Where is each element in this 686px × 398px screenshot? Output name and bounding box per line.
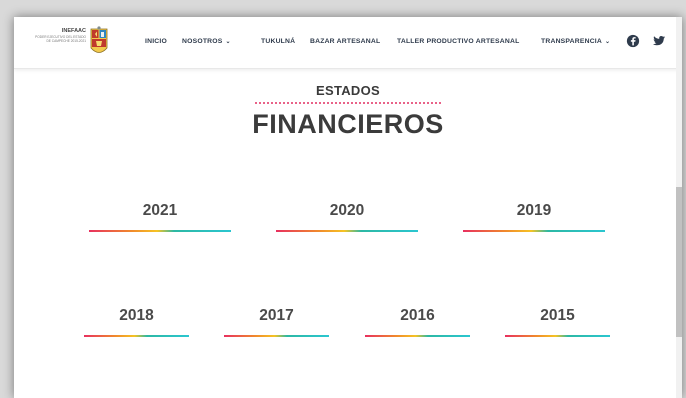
nav-inicio[interactable]: INICIO (145, 38, 167, 45)
year-2017-link[interactable]: 2017 (224, 307, 329, 325)
twitter-icon[interactable] (652, 34, 666, 48)
logo-title: INEFAAC (61, 28, 86, 34)
year-2016-underline (365, 335, 470, 337)
nav-tukulna-label: TUKULNÁ (261, 38, 296, 45)
year-2021-link[interactable]: 2021 (89, 202, 231, 220)
year-2020-link[interactable]: 2020 (276, 202, 418, 220)
year-2015-link[interactable]: 2015 (505, 307, 610, 325)
year-2019-link[interactable]: 2019 (463, 202, 605, 220)
year-2021-underline (89, 230, 231, 232)
scrollbar-thumb[interactable] (676, 187, 682, 337)
year-2020-underline (276, 230, 418, 232)
site-logo[interactable]: INEFAAC PODER EJECUTIVO DEL ESTADO DE CA… (31, 28, 86, 43)
year-2016-link[interactable]: 2016 (365, 307, 470, 325)
facebook-icon[interactable] (626, 34, 640, 48)
site-header: INEFAAC PODER EJECUTIVO DEL ESTADO DE CA… (14, 17, 682, 69)
year-2015-underline (505, 335, 610, 337)
campeche-crest-icon (90, 26, 108, 53)
dotted-divider (254, 102, 442, 104)
nav-taller-productivo[interactable]: TALLER PRODUCTIVO ARTESANAL (397, 38, 519, 45)
year-2018-link[interactable]: 2018 (84, 307, 189, 325)
nav-taller-label: TALLER PRODUCTIVO ARTESANAL (397, 38, 520, 45)
nav-bazar-artesanal[interactable]: BAZAR ARTESANAL (310, 38, 380, 45)
nav-bazar-label: BAZAR ARTESANAL (310, 38, 381, 45)
nav-tukulna[interactable]: TUKULNÁ (261, 38, 295, 45)
nav-inicio-label: INICIO (145, 38, 167, 45)
section-eyebrow: ESTADOS (316, 83, 380, 98)
browser-page: INEFAAC PODER EJECUTIVO DEL ESTADO DE CA… (14, 17, 682, 398)
chevron-down-icon: ⌄ (225, 39, 231, 45)
page-title: FINANCIEROS (252, 109, 444, 139)
nav-nosotros-label: NOSOTROS (182, 38, 223, 45)
nav-nosotros[interactable]: NOSOTROS ⌄ (182, 38, 231, 45)
nav-transparencia[interactable]: TRANSPARENCIA ⌄ (541, 38, 610, 45)
logo-subtitle: PODER EJECUTIVO DEL ESTADO DE CAMPECHE 2… (35, 35, 86, 43)
vertical-scrollbar[interactable] (676, 17, 682, 398)
year-2018-underline (84, 335, 189, 337)
year-2017-underline (224, 335, 329, 337)
chevron-down-icon: ⌄ (605, 39, 611, 45)
nav-transparencia-label: TRANSPARENCIA (541, 38, 603, 45)
year-2019-underline (463, 230, 605, 232)
